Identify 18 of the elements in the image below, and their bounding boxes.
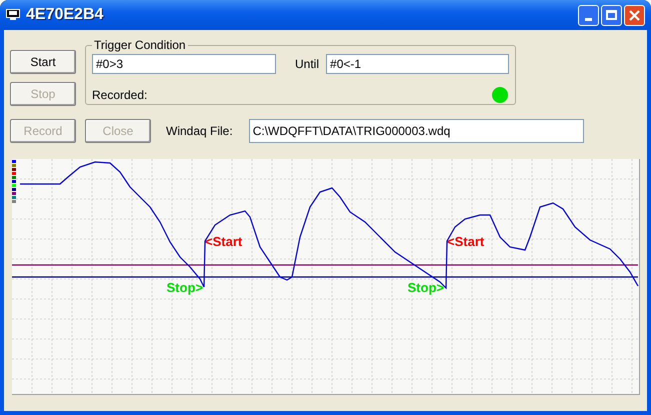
start-marker-label: <Start [447,234,484,249]
start-marker-label: <Start [205,234,242,249]
maximize-button[interactable] [601,4,622,26]
close-button[interactable] [624,4,645,26]
window-title: 4E70E2B4 [26,5,104,25]
stop-marker-label: Stop> [408,280,444,295]
start-condition-field[interactable]: #0>3 [92,54,276,74]
push-button[interactable]: Start [10,50,76,74]
until-label: Until [295,56,320,73]
group-title: Trigger Condition [93,37,187,54]
minimize-button[interactable] [578,4,599,26]
stop-condition-field[interactable]: #0<-1 [326,54,510,74]
windaq-file-field[interactable]: C:\WDQFFT\DATA\TRIG000003.wdq [248,119,584,143]
windaq-file-label: Windaq File: [166,123,233,140]
monitor-icon [6,9,20,21]
stop-marker-label: Stop> [166,280,203,295]
close-icon [629,10,640,20]
recorded-label: Recorded: [92,87,148,104]
